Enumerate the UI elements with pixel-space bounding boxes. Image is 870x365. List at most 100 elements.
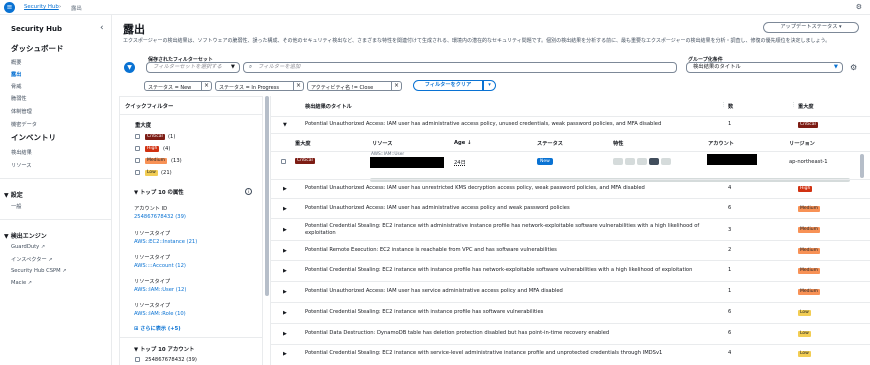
checkbox-medium[interactable] [135,158,140,163]
sub-header-region[interactable]: リージョン [789,140,815,147]
sidebar-item-findings[interactable]: 検出結果 [11,149,32,156]
caret-right-icon[interactable]: ▶ [283,206,287,212]
sub-header-resource[interactable]: リソース [372,140,393,147]
severity-badge: Low [798,310,811,316]
filter-search-input[interactable]: ⌕ フィルターを追加 [243,62,677,73]
col-header-title[interactable]: 検出結果のタイトル [305,103,352,110]
table-row[interactable]: ▶ Potential Remote Execution: EC2 instan… [271,240,870,260]
sidebar-title: Security Hub [11,25,62,33]
sidebar-item-inspector[interactable]: インスペクター ↗ [11,256,53,263]
resource-type-link[interactable]: AWS::IAM::Role (10) [134,311,186,317]
resource-type-link[interactable]: AWS::EC2::Instance (21) [134,239,197,245]
divider [120,114,263,115]
column-divider: ⋮ [721,102,727,108]
caret-right-icon[interactable]: ▶ [283,310,287,316]
resource-type-link[interactable]: AWS::::Account (12) [134,263,186,269]
gear-icon[interactable]: ⚙ [850,63,857,72]
info-icon[interactable]: i [245,188,252,195]
sidebar-dashboard[interactable]: ダッシュボード [11,43,64,54]
sidebar-item-threats[interactable]: 脅威 [11,83,21,90]
table-row[interactable]: ▶ Potential Credential Stealing: EC2 ins… [271,218,870,240]
severity-badge: Medium [798,268,820,274]
show-more-link[interactable]: ⊞ さらに表示 (+5) [134,325,181,332]
checkbox-critical[interactable] [135,134,140,139]
checkbox-low[interactable] [135,170,140,175]
top-attributes-title[interactable]: ▼ トップ 10 の属性 [134,188,184,196]
close-icon[interactable]: × [201,82,211,90]
group-by-select[interactable]: 検出結果のタイトル ▼ [686,62,843,73]
table-row[interactable]: ▶ Potential Unauthorized Access: IAM use… [271,198,870,218]
caret-right-icon[interactable]: ▶ [283,351,287,357]
caret-right-icon[interactable]: ▶ [283,227,287,233]
sidebar-item-macie[interactable]: Macie ↗ [11,280,32,286]
sidebar-item-cspm[interactable]: Security Hub CSPM ↗ [11,268,66,274]
quick-filter-scrollbar[interactable] [265,96,269,296]
close-icon[interactable]: × [293,82,303,90]
sidebar-item-guardduty[interactable]: GuardDuty ↗ [11,244,45,250]
resource-type-link[interactable]: AWS::IAM::User (12) [134,287,186,293]
quick-filter-title: クイックフィルター [125,104,174,110]
sub-header-traits[interactable]: 特性 [613,140,623,147]
gear-icon[interactable]: ⚙ [856,3,862,11]
caret-right-icon[interactable]: ▶ [283,268,287,274]
close-icon[interactable]: × [391,82,401,90]
table-row[interactable]: ▶ Potential Unauthorized Access: IAM use… [271,281,870,302]
sidebar-item-vulnerabilities[interactable]: 脆弱性 [11,95,27,102]
finding-count: 1 [728,288,732,294]
table-row[interactable]: ▶ Potential Credential Stealing: EC2 ins… [271,302,870,323]
severity-badge-medium: Medium [145,158,167,164]
table-row[interactable]: ▶ Potential Credential Stealing: EC2 ins… [271,344,870,365]
checkbox-high[interactable] [135,146,140,151]
menu-icon[interactable]: ≡ [4,2,15,13]
sidebar-item-resources[interactable]: リソース [11,162,32,169]
resource-type-label: リソースタイプ [134,231,171,237]
checkbox-account[interactable] [135,357,140,362]
subtable-scrollbar[interactable] [860,154,864,178]
sidebar-item-sensitive-data[interactable]: 機密データ [11,121,37,128]
caret-right-icon[interactable]: ▶ [283,289,287,295]
sidebar-engines[interactable]: ▼ 検出エンジン [4,231,47,240]
col-header-severity[interactable]: 重大度 [798,103,814,110]
sub-header-severity[interactable]: 重大度 [295,140,311,147]
redacted-resource [370,157,444,168]
top-bar: ≡ Security Hub › 露出 ⚙ [0,0,870,15]
sidebar-divider [0,178,112,179]
caret-right-icon[interactable]: ▶ [283,248,287,254]
row-checkbox[interactable] [281,159,286,164]
col-header-count[interactable]: 数 [728,103,733,110]
filter-icon[interactable]: ▼ [124,62,135,73]
table-row[interactable]: ▶ Potential Data Destruction: DynamoDB t… [271,323,870,344]
update-status-button[interactable]: アップデートステータス ▾ [763,22,859,33]
severity-count: (13) [171,158,182,164]
collapse-icon[interactable]: ‹ [100,23,104,33]
table-row[interactable]: ▶ Potential Unauthorized Access: IAM use… [271,179,870,198]
sidebar-settings[interactable]: ▼ 設定 [4,190,23,199]
status-badge: New [537,158,553,165]
top-accounts-title[interactable]: ▼ トップ 10 アカウント [134,345,194,353]
caret-right-icon[interactable]: ▶ [283,186,287,192]
breadcrumb-security-hub[interactable]: Security Hub [24,4,59,10]
expand-icon: ⊞ [134,326,139,332]
sidebar-item-overview[interactable]: 概要 [11,59,21,66]
caret-down-icon[interactable]: ▼ [283,122,287,128]
severity-badge: Critical [295,158,315,164]
page-description: エクスポージャーの検出結果は、ソフトウェアの脆弱性、誤った構成、その他のセキュリ… [123,38,831,44]
sub-header-status[interactable]: ステータス [537,140,563,147]
finding-count: 1 [728,121,732,127]
chevron-down-icon[interactable]: ▾ [483,80,496,91]
divider [120,337,263,338]
sub-header-account[interactable]: アカウント [708,140,734,147]
sidebar-inventory[interactable]: インベントリ [11,132,56,143]
sub-header-age[interactable]: Age ↓ [454,140,471,146]
account-id-link[interactable]: 254867678432 (39) [134,214,186,220]
sidebar-item-posture[interactable]: 体制管理 [11,108,32,115]
sidebar-item-exposure[interactable]: 露出 [11,71,21,78]
sidebar-item-general[interactable]: 一般 [11,203,21,210]
caret-right-icon[interactable]: ▶ [283,331,287,337]
severity-badge: High [798,186,813,192]
table-row[interactable]: ▶ Potential Credential Stealing: EC2 ins… [271,260,870,281]
table-row-expanded[interactable]: ▼ Potential Unauthorized Access: IAM use… [271,116,870,133]
clear-filters-button[interactable]: フィルターをクリア [413,80,483,91]
external-link-icon: ↗ [48,257,53,263]
saved-filters-select[interactable]: フィルターセットを選択する ▼ [146,62,240,73]
